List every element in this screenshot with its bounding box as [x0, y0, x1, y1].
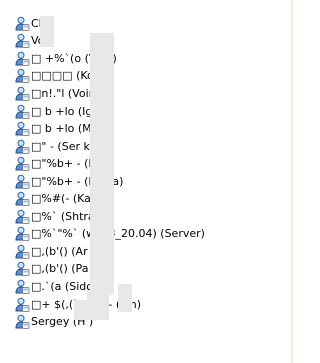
user-icon [14, 51, 30, 67]
user-icon [14, 174, 30, 190]
user-icon [14, 314, 30, 330]
user-icon [14, 156, 30, 172]
user-icon [14, 16, 30, 32]
user-list-panel: Ch Vol □ +%`(o (Vo a) □□□□ (Ko ) □n!."l … [0, 0, 293, 363]
user-icon [14, 104, 30, 120]
list-item-label: □%`"%` (w2k3_20.04) (Server) [31, 227, 205, 241]
user-icon [14, 86, 30, 102]
user-icon [14, 68, 30, 84]
user-icon [14, 139, 30, 155]
redaction-block [90, 33, 114, 295]
user-icon [14, 297, 30, 313]
user-icon [14, 191, 30, 207]
redaction-block [40, 16, 54, 47]
redaction-block [74, 300, 94, 320]
user-icon [14, 226, 30, 242]
list-item[interactable]: Sergey (H ) [14, 313, 205, 331]
user-icon [14, 33, 30, 49]
user-icon [14, 121, 30, 137]
user-icon [14, 209, 30, 225]
user-icon [14, 244, 30, 260]
list-item[interactable]: □+ $(,(` □c*(- (L n) [14, 296, 205, 314]
user-icon [14, 261, 30, 277]
redaction-block [118, 284, 132, 312]
user-icon [14, 279, 30, 295]
